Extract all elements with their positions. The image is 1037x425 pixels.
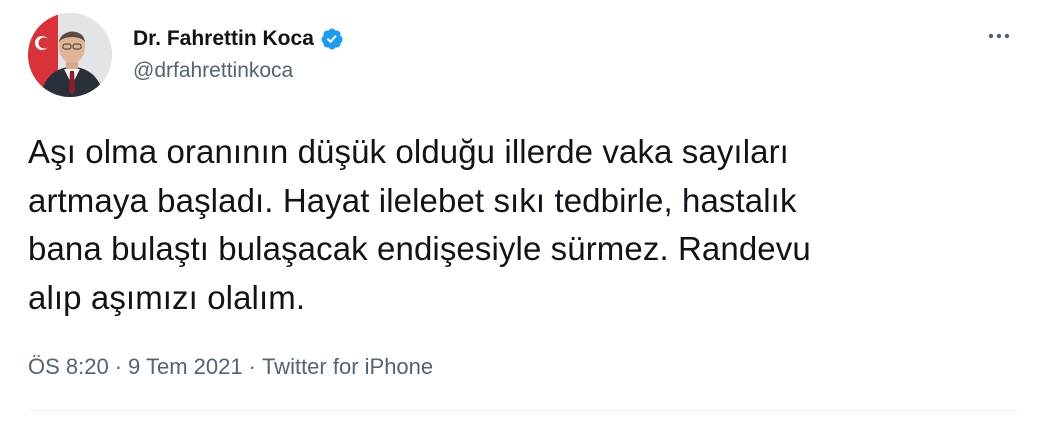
tweet-metadata: ÖS 8:20 · 9 Tem 2021 · Twitter for iPhon… bbox=[28, 354, 433, 380]
separator: · bbox=[248, 354, 256, 379]
author-handle[interactable]: @drfahrettinkoca bbox=[133, 59, 293, 83]
author-name-row[interactable]: Dr. Fahrettin Koca bbox=[133, 24, 344, 54]
avatar[interactable] bbox=[28, 13, 112, 97]
avatar-image bbox=[28, 13, 112, 97]
tweet-text: Aşı olma oranının düşük olduğu illerde v… bbox=[28, 133, 811, 316]
author-display-name[interactable]: Dr. Fahrettin Koca bbox=[133, 27, 314, 51]
verified-badge-icon bbox=[320, 27, 344, 51]
tweet-source[interactable]: Twitter for iPhone bbox=[262, 354, 433, 380]
tweet-time[interactable]: ÖS 8:20 bbox=[28, 354, 109, 380]
tweet: Dr. Fahrettin Koca @drfahrettinkoca Aşı … bbox=[0, 0, 1037, 425]
divider bbox=[28, 410, 1019, 411]
tweet-date[interactable]: 9 Tem 2021 bbox=[128, 354, 243, 380]
more-horizontal-icon bbox=[988, 33, 1010, 39]
separator: · bbox=[114, 354, 123, 379]
more-options-button[interactable] bbox=[983, 22, 1015, 50]
